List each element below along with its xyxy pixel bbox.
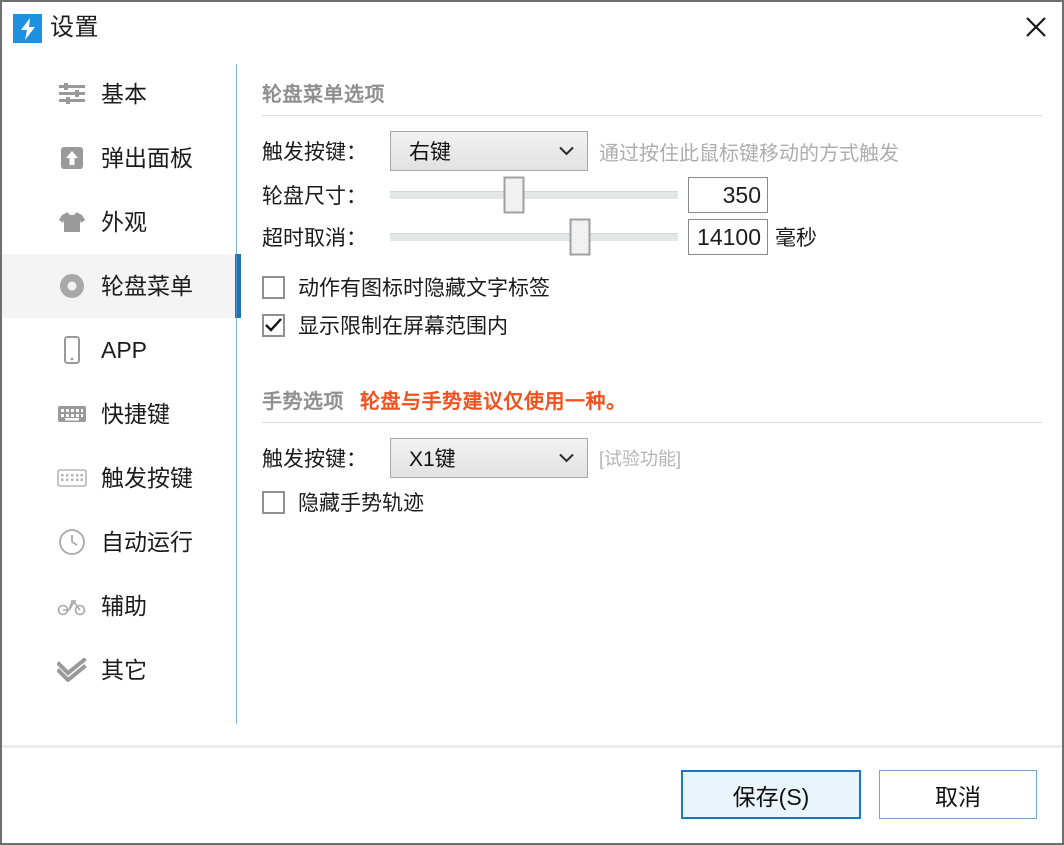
sidebar-item-label: APP — [101, 337, 148, 363]
wheel-size-slider-track — [390, 191, 678, 199]
limit-screen-checkbox[interactable] — [262, 313, 285, 337]
wheel-trigger-key-select[interactable]: 右键 — [390, 131, 588, 171]
timeout-cancel-slider[interactable] — [390, 217, 678, 257]
wheel-size-input[interactable]: 350 — [688, 177, 768, 213]
close-icon[interactable] — [1010, 2, 1062, 52]
wheel-section-title: 轮盘菜单选项 — [262, 84, 385, 106]
hide-gesture-track-checkbox[interactable] — [262, 490, 285, 514]
gesture-trigger-key-value: X1键 — [409, 448, 456, 471]
keyboard-outline-icon — [57, 463, 87, 493]
sidebar-divider — [236, 64, 237, 724]
hide-text-label-checkbox[interactable] — [262, 275, 285, 299]
cancel-button[interactable]: 取消 — [879, 770, 1037, 819]
gesture-trigger-key-row: 触发按键： X1键 [试验功能] — [238, 437, 1062, 479]
limit-screen-checkbox-row[interactable]: 显示限制在屏幕范围内 — [238, 306, 1062, 344]
gesture-section-header: 手势选项 轮盘与手势建议仅使用一种。 — [238, 385, 1062, 414]
hide-gesture-track-checkbox-row[interactable]: 隐藏手势轨迹 — [238, 483, 1062, 521]
save-button[interactable]: 保存(S) — [681, 770, 861, 819]
sidebar-item-label: 轮盘菜单 — [101, 273, 193, 299]
sidebar: 基本 弹出面板 外观 轮盘菜单 APP 快捷键 触发按键 自动运行 辅助 其它 — [2, 62, 241, 724]
sidebar-item-radial-menu[interactable]: 轮盘菜单 — [2, 254, 241, 318]
radial-menu-icon — [57, 271, 87, 301]
wheel-trigger-key-row: 触发按键： 右键 通过按住此鼠标键移动的方式触发 — [238, 130, 1062, 172]
page-title: 设置 — [50, 14, 99, 41]
timeout-cancel-slider-track — [390, 233, 678, 241]
bicycle-icon — [57, 591, 87, 621]
wheel-size-slider[interactable] — [390, 175, 678, 215]
sidebar-item-hotkeys[interactable]: 快捷键 — [2, 382, 236, 446]
sidebar-item-label: 基本 — [101, 81, 147, 107]
hide-text-label-checkbox-row[interactable]: 动作有图标时隐藏文字标签 — [238, 268, 1062, 306]
sidebar-item-basic[interactable]: 基本 — [2, 62, 236, 126]
hide-gesture-track-text: 隐藏手势轨迹 — [298, 492, 424, 515]
gesture-trigger-key-label: 触发按键： — [262, 448, 367, 471]
footer: 保存(S) 取消 — [2, 748, 1062, 843]
sidebar-item-label: 快捷键 — [101, 401, 170, 427]
sidebar-item-assist[interactable]: 辅助 — [2, 574, 236, 638]
sidebar-item-autorun[interactable]: 自动运行 — [2, 510, 236, 574]
gesture-section-title: 手势选项 — [262, 391, 344, 413]
sidebar-item-others[interactable]: 其它 — [2, 638, 236, 702]
wheel-trigger-key-value: 右键 — [409, 141, 451, 164]
sliders-icon — [57, 79, 87, 109]
lightning-bolt-icon — [13, 14, 42, 43]
timeout-cancel-row: 超时取消： 14100 毫秒 — [238, 216, 1062, 258]
gesture-trigger-key-select[interactable]: X1键 — [390, 438, 588, 478]
gesture-trigger-key-hint: [试验功能] — [599, 449, 682, 469]
sidebar-item-label: 弹出面板 — [101, 145, 193, 171]
sidebar-item-label: 辅助 — [101, 593, 147, 619]
settings-window: 设置 基本 弹出面板 外观 轮盘菜单 APP 快捷键 触发按键 自动运行 辅助 … — [0, 0, 1064, 845]
timeout-cancel-label: 超时取消： — [262, 227, 367, 250]
hide-text-label-text: 动作有图标时隐藏文字标签 — [298, 277, 550, 300]
wheel-trigger-key-label: 触发按键： — [262, 141, 367, 164]
double-check-icon — [57, 655, 87, 685]
clock-icon — [57, 527, 87, 557]
wheel-size-label: 轮盘尺寸： — [262, 185, 367, 208]
upload-panel-icon — [57, 143, 87, 173]
sidebar-item-app[interactable]: APP — [2, 318, 236, 382]
sidebar-item-label: 其它 — [101, 657, 147, 683]
timeout-cancel-unit: 毫秒 — [775, 227, 817, 250]
sidebar-item-label: 触发按键 — [101, 465, 193, 491]
sidebar-item-label: 自动运行 — [101, 529, 193, 555]
title-bar: 设置 — [2, 2, 1062, 55]
wheel-size-row: 轮盘尺寸： 350 — [238, 174, 1062, 216]
content-panel: 轮盘菜单选项 触发按键： 右键 通过按住此鼠标键移动的方式触发 轮盘尺寸： 35… — [238, 62, 1062, 724]
sidebar-item-trigger-keys[interactable]: 触发按键 — [2, 446, 236, 510]
phone-icon — [57, 335, 87, 365]
wheel-section-header: 轮盘菜单选项 — [238, 78, 1062, 107]
timeout-cancel-input[interactable]: 14100 — [688, 219, 768, 255]
limit-screen-text: 显示限制在屏幕范围内 — [298, 315, 508, 338]
chevron-down-icon — [559, 146, 574, 156]
timeout-cancel-slider-thumb[interactable] — [569, 218, 591, 256]
gesture-section-warning: 轮盘与手势建议仅使用一种。 — [360, 391, 627, 413]
keyboard-solid-icon — [57, 399, 87, 429]
wheel-trigger-key-hint: 通过按住此鼠标键移动的方式触发 — [599, 142, 899, 165]
wheel-size-slider-thumb[interactable] — [503, 176, 525, 214]
sidebar-item-appearance[interactable]: 外观 — [2, 190, 236, 254]
sidebar-item-popup-panel[interactable]: 弹出面板 — [2, 126, 236, 190]
sidebar-item-label: 外观 — [101, 209, 147, 235]
chevron-down-icon — [559, 453, 574, 463]
tshirt-icon — [57, 207, 87, 237]
